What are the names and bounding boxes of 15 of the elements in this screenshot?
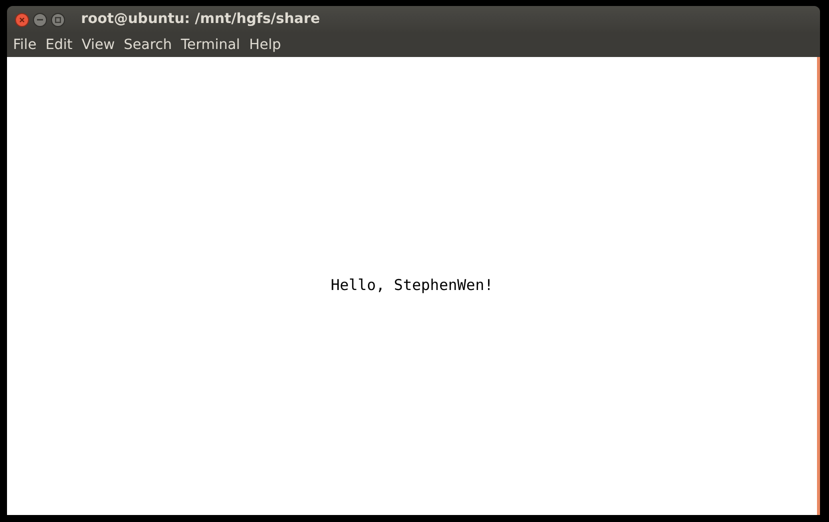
window-title: root@ubuntu: /mnt/hgfs/share <box>81 10 320 29</box>
menu-item[interactable]: Edit <box>45 34 73 56</box>
menu-item[interactable]: Terminal <box>180 34 240 56</box>
terminal-output: Hello, StephenWen! <box>330 274 494 296</box>
menu-item[interactable]: Search <box>124 34 172 56</box>
menu-item[interactable]: View <box>82 34 115 56</box>
maximize-icon <box>55 16 61 22</box>
close-icon <box>19 16 25 22</box>
menu-item[interactable]: Help <box>249 34 281 56</box>
menu-item[interactable]: File <box>13 34 36 56</box>
minimize-button[interactable] <box>33 12 47 26</box>
close-button[interactable] <box>15 12 29 26</box>
scrollbar[interactable] <box>817 57 820 515</box>
maximize-button[interactable] <box>51 12 65 26</box>
minimize-icon <box>37 18 43 20</box>
